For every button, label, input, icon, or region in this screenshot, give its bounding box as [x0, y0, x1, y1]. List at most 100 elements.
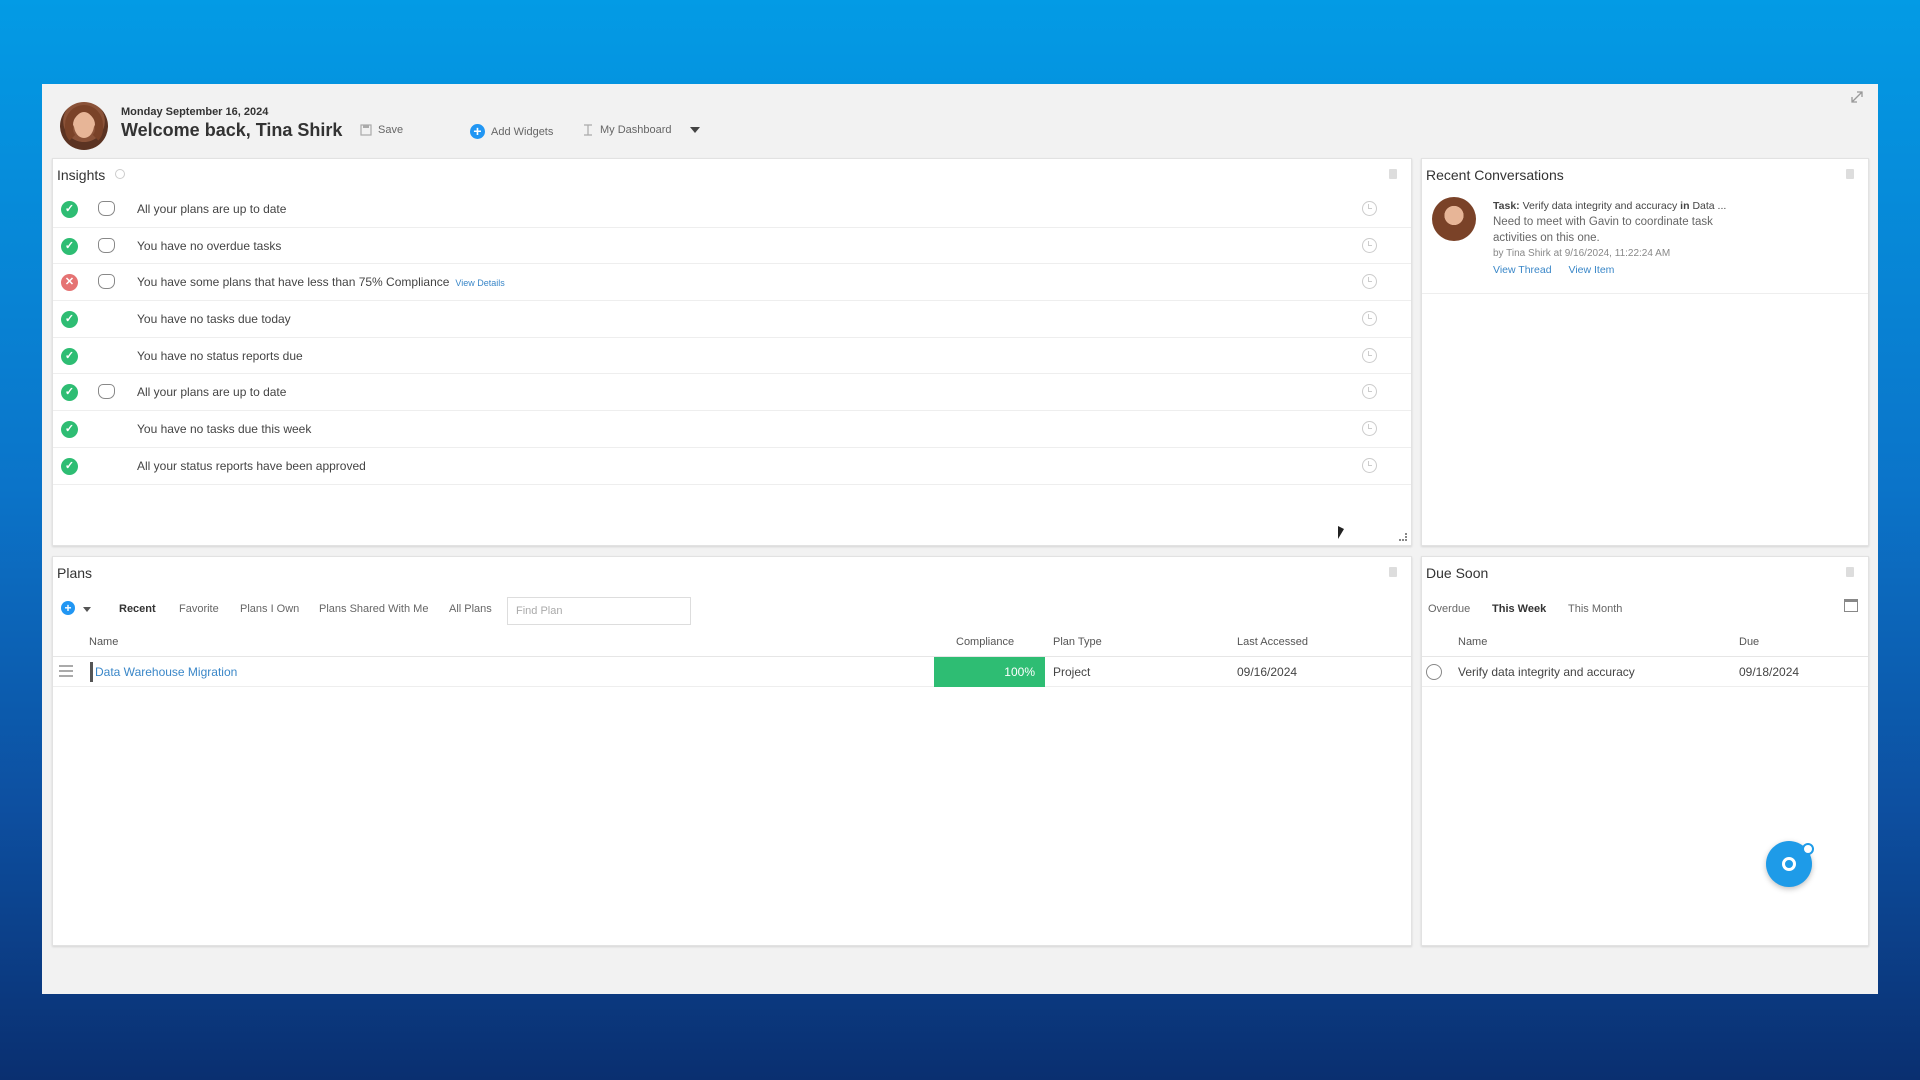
tab-plans-shared-with-me[interactable]: Plans Shared With Me — [319, 603, 428, 615]
table-row[interactable]: Verify data integrity and accuracy 09/18… — [1422, 657, 1868, 687]
recent-conversations-panel: Recent Conversations Task: Verify data i… — [1421, 158, 1869, 546]
trash-icon[interactable] — [1389, 567, 1397, 577]
check-circle-icon: ✓ — [61, 384, 78, 402]
shield-icon — [98, 237, 115, 253]
add-widgets-button[interactable]: + Add Widgets — [470, 124, 553, 139]
col-compliance[interactable]: Compliance — [956, 636, 1014, 648]
clock-icon[interactable] — [1362, 311, 1377, 327]
view-thread-link[interactable]: View Thread — [1493, 264, 1552, 276]
trash-icon[interactable] — [1389, 169, 1397, 179]
save-button[interactable]: Save — [360, 124, 403, 136]
insight-text: All your status reports have been approv… — [137, 459, 366, 473]
conversation-links: View Thread View Item — [1493, 263, 1853, 278]
clock-icon[interactable] — [1362, 421, 1377, 437]
refresh-icon[interactable] — [115, 169, 125, 179]
clock-icon[interactable] — [1362, 237, 1377, 253]
col-last-accessed[interactable]: Last Accessed — [1237, 636, 1308, 648]
tab-overdue[interactable]: Overdue — [1428, 603, 1470, 615]
insight-row: ✓ All your plans are up to date — [53, 191, 1411, 228]
tab-this-week[interactable]: This Week — [1492, 603, 1546, 615]
insight-text: You have no status reports due — [137, 349, 303, 363]
insight-row: ✓ You have no overdue tasks — [53, 228, 1411, 265]
complete-checkbox[interactable] — [1426, 664, 1442, 680]
insight-label: You have no tasks due this week — [137, 422, 312, 437]
col-name[interactable]: Name — [89, 636, 118, 648]
avatar[interactable] — [60, 102, 108, 150]
tab-favorite[interactable]: Favorite — [179, 603, 219, 615]
chevron-down-icon[interactable] — [83, 607, 91, 612]
insight-label: You have no status reports due — [137, 348, 303, 363]
check-circle-icon: ✓ — [61, 237, 78, 255]
plan-color-bar — [90, 662, 93, 682]
insight-row: ✓ You have no tasks due this week — [53, 411, 1411, 448]
mouse-cursor-icon — [1338, 526, 1344, 539]
plan-type: Project — [1053, 665, 1091, 679]
tab-recent[interactable]: Recent — [119, 603, 156, 615]
task-prefix: Task: — [1493, 200, 1520, 212]
gear-icon — [1782, 857, 1796, 871]
insight-label: All your plans are up to date — [137, 202, 287, 216]
resize-handle-icon[interactable] — [1399, 533, 1407, 541]
check-circle-icon: ✓ — [61, 347, 78, 365]
dashboard-header: Monday September 16, 2024 Welcome back, … — [60, 102, 960, 152]
insight-text: All your plans are up to date — [137, 385, 286, 399]
view-details-link[interactable]: View Details — [455, 278, 504, 288]
tab-this-month[interactable]: This Month — [1568, 603, 1622, 615]
task-name: Verify data integrity and accuracy — [1522, 200, 1678, 212]
insight-text: You have no tasks due this week — [137, 422, 311, 436]
save-label: Save — [378, 124, 404, 136]
view-item-link[interactable]: View Item — [1569, 264, 1615, 276]
insight-text: You have no overdue tasks — [137, 239, 281, 253]
due-soon-title: Due Soon — [1426, 565, 1489, 581]
page-title: Welcome back, Tina Shirk — [121, 120, 343, 140]
clock-icon[interactable] — [1362, 201, 1377, 216]
plans-toolbar: + Recent Favorite Plans I Own Plans Shar… — [53, 597, 1411, 625]
insight-row: ✓ All your status reports have been appro… — [53, 448, 1411, 485]
insight-text: You have some plans that have less than … — [137, 275, 505, 289]
menu-icon[interactable] — [59, 665, 73, 677]
clock-icon[interactable] — [1362, 457, 1377, 473]
clock-icon[interactable] — [1362, 384, 1377, 400]
text-cursor-icon — [584, 124, 592, 136]
shield-icon — [98, 201, 115, 216]
find-plan-input[interactable] — [507, 597, 691, 625]
col-plan-type[interactable]: Plan Type — [1053, 636, 1102, 648]
col-name[interactable]: Name — [1458, 636, 1487, 648]
insights-title: Insights — [57, 167, 106, 183]
shield-icon — [98, 384, 115, 400]
chevron-down-icon[interactable] — [689, 127, 700, 133]
tab-all-plans[interactable]: All Plans — [449, 603, 492, 615]
due-soon-panel: Due Soon Overdue This Week This Month Na… — [1421, 556, 1869, 946]
conversation-byline: by Tina Shirk at 9/16/2024, 11:22:24 AM — [1493, 248, 1671, 259]
expand-icon[interactable] — [1850, 90, 1864, 104]
insight-label: All your status reports have been approv… — [137, 458, 366, 473]
add-widgets-label: Add Widgets — [491, 125, 554, 138]
insight-text: All your plans are up to date — [137, 202, 286, 216]
clock-icon[interactable] — [1362, 347, 1377, 363]
insight-label: All your plans are up to date — [137, 385, 287, 400]
calendar-icon[interactable] — [1844, 599, 1858, 612]
error-circle-icon: ✕ — [61, 274, 78, 292]
dashboard-selector[interactable]: My Dashboard — [582, 124, 700, 136]
dashboard-window: Monday September 16, 2024 Welcome back, … — [42, 84, 1878, 994]
conversation-task-line: Task: Verify data integrity and accuracy… — [1493, 199, 1853, 214]
trash-icon[interactable] — [1846, 169, 1854, 179]
clock-icon[interactable] — [1362, 274, 1377, 290]
add-plan-icon[interactable]: + — [61, 601, 75, 615]
check-circle-icon: ✓ — [61, 311, 78, 329]
insight-label: You have some plans that have less than … — [137, 275, 450, 290]
plan-name-link[interactable]: Data Warehouse Migration — [95, 665, 237, 679]
tab-plans-i-own[interactable]: Plans I Own — [240, 603, 299, 615]
save-icon — [360, 124, 372, 136]
task-name[interactable]: Verify data integrity and accuracy — [1458, 665, 1635, 679]
plans-panel: Plans + Recent Favorite Plans I Own Plan… — [52, 556, 1412, 946]
due-table-header: Name Due — [1422, 627, 1868, 657]
col-due[interactable]: Due — [1739, 636, 1759, 648]
trash-icon[interactable] — [1846, 567, 1854, 577]
plans-table-header: Name Compliance Plan Type Last Accessed — [53, 627, 1411, 657]
divider — [1422, 293, 1868, 294]
task-plan: Data ... — [1692, 200, 1727, 212]
table-row[interactable]: Data Warehouse Migration 100% Project 09… — [53, 657, 1411, 687]
conversation-message: Need to meet with Gavin to coordinate ta… — [1493, 216, 1713, 244]
dashboard-label: My Dashboard — [600, 124, 672, 136]
